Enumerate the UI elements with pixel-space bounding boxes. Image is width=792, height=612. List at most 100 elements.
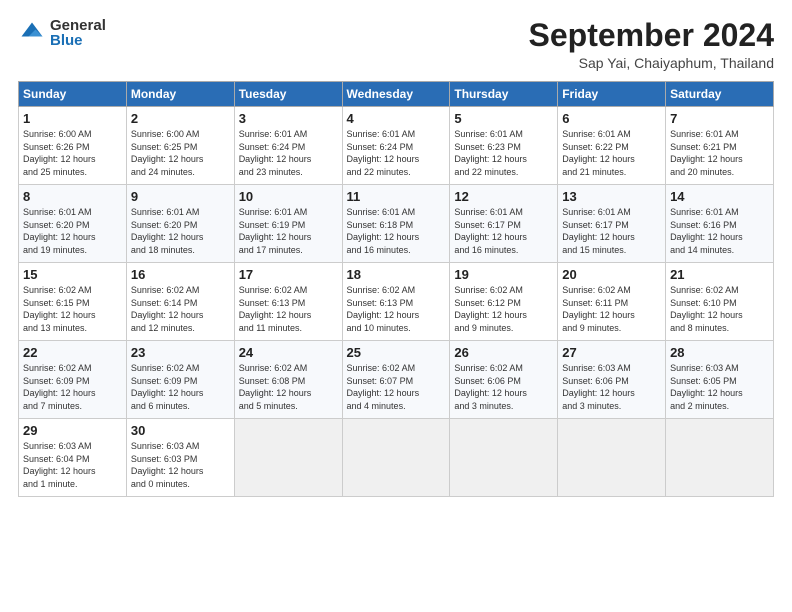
calendar-cell: 28Sunrise: 6:03 AMSunset: 6:05 PMDayligh… — [666, 341, 774, 419]
day-number: 22 — [23, 345, 122, 360]
day-number: 11 — [347, 189, 446, 204]
calendar-cell: 10 Sunrise: 6:01 AMSunset: 6:19 PMDayligh… — [234, 185, 342, 263]
cell-details: Sunrise: 6:02 AMSunset: 6:12 PMDaylight:… — [454, 284, 553, 334]
day-number: 13 — [562, 189, 661, 204]
cell-details: Sunrise: 6:01 AMSunset: 6:20 PMDaylight:… — [23, 206, 122, 256]
cell-details: Sunrise: 6:00 AMSunset: 6:26 PMDaylight:… — [23, 128, 122, 178]
calendar-cell — [234, 419, 342, 497]
cell-details: Sunrise: 6:02 AMSunset: 6:11 PMDaylight:… — [562, 284, 661, 334]
calendar-week-1: 1 Sunrise: 6:00 AMSunset: 6:26 PMDaylight… — [19, 107, 774, 185]
month-title: September 2024 — [529, 18, 774, 53]
cell-details: Sunrise: 6:01 AMSunset: 6:18 PMDaylight:… — [347, 206, 446, 256]
day-number: 8 — [23, 189, 122, 204]
day-number: 16 — [131, 267, 230, 282]
day-number: 18 — [347, 267, 446, 282]
col-header-monday: Monday — [126, 82, 234, 107]
calendar-cell: 3 Sunrise: 6:01 AMSunset: 6:24 PMDaylight… — [234, 107, 342, 185]
cell-details: Sunrise: 6:01 AMSunset: 6:21 PMDaylight:… — [670, 128, 769, 178]
col-header-tuesday: Tuesday — [234, 82, 342, 107]
day-number: 26 — [454, 345, 553, 360]
day-number: 12 — [454, 189, 553, 204]
calendar-header-row: SundayMondayTuesdayWednesdayThursdayFrid… — [19, 82, 774, 107]
day-number: 3 — [239, 111, 338, 126]
day-number: 1 — [23, 111, 122, 126]
day-number: 30 — [131, 423, 230, 438]
calendar-cell: 16 Sunrise: 6:02 AMSunset: 6:14 PMDayligh… — [126, 263, 234, 341]
day-number: 20 — [562, 267, 661, 282]
cell-details: Sunrise: 6:02 AMSunset: 6:15 PMDaylight:… — [23, 284, 122, 334]
logo-general: General — [50, 18, 106, 33]
calendar-cell: 11 Sunrise: 6:01 AMSunset: 6:18 PMDayligh… — [342, 185, 450, 263]
calendar-cell: 12 Sunrise: 6:01 AMSunset: 6:17 PMDayligh… — [450, 185, 558, 263]
subtitle: Sap Yai, Chaiyaphum, Thailand — [529, 55, 774, 71]
cell-details: Sunrise: 6:02 AMSunset: 6:07 PMDaylight:… — [347, 362, 446, 412]
calendar-cell: 27 Sunrise: 6:03 AMSunset: 6:06 PMDayligh… — [558, 341, 666, 419]
cell-details: Sunrise: 6:01 AMSunset: 6:17 PMDaylight:… — [562, 206, 661, 256]
calendar-cell: 15 Sunrise: 6:02 AMSunset: 6:15 PMDayligh… — [19, 263, 127, 341]
header: General Blue September 2024 Sap Yai, Cha… — [18, 18, 774, 71]
cell-details: Sunrise: 6:02 AMSunset: 6:13 PMDaylight:… — [239, 284, 338, 334]
calendar-cell — [342, 419, 450, 497]
day-number: 7 — [670, 111, 769, 126]
calendar-cell: 8 Sunrise: 6:01 AMSunset: 6:20 PMDaylight… — [19, 185, 127, 263]
calendar-cell: 4Sunrise: 6:01 AMSunset: 6:24 PMDaylight… — [342, 107, 450, 185]
day-number: 2 — [131, 111, 230, 126]
logo: General Blue — [18, 18, 106, 48]
day-number: 28 — [670, 345, 769, 360]
col-header-wednesday: Wednesday — [342, 82, 450, 107]
cell-details: Sunrise: 6:01 AMSunset: 6:19 PMDaylight:… — [239, 206, 338, 256]
day-number: 10 — [239, 189, 338, 204]
cell-details: Sunrise: 6:02 AMSunset: 6:10 PMDaylight:… — [670, 284, 769, 334]
cell-details: Sunrise: 6:01 AMSunset: 6:24 PMDaylight:… — [347, 128, 446, 178]
calendar-cell — [666, 419, 774, 497]
calendar-cell — [558, 419, 666, 497]
calendar-cell: 2 Sunrise: 6:00 AMSunset: 6:25 PMDaylight… — [126, 107, 234, 185]
calendar-cell: 23Sunrise: 6:02 AMSunset: 6:09 PMDayligh… — [126, 341, 234, 419]
page: General Blue September 2024 Sap Yai, Cha… — [0, 0, 792, 612]
calendar-table: SundayMondayTuesdayWednesdayThursdayFrid… — [18, 81, 774, 497]
cell-details: Sunrise: 6:01 AMSunset: 6:16 PMDaylight:… — [670, 206, 769, 256]
calendar-week-4: 22 Sunrise: 6:02 AMSunset: 6:09 PMDayligh… — [19, 341, 774, 419]
cell-details: Sunrise: 6:01 AMSunset: 6:22 PMDaylight:… — [562, 128, 661, 178]
calendar-cell: 14Sunrise: 6:01 AMSunset: 6:16 PMDayligh… — [666, 185, 774, 263]
cell-details: Sunrise: 6:03 AMSunset: 6:04 PMDaylight:… — [23, 440, 122, 490]
cell-details: Sunrise: 6:01 AMSunset: 6:17 PMDaylight:… — [454, 206, 553, 256]
calendar-cell: 21 Sunrise: 6:02 AMSunset: 6:10 PMDayligh… — [666, 263, 774, 341]
cell-details: Sunrise: 6:02 AMSunset: 6:14 PMDaylight:… — [131, 284, 230, 334]
calendar-cell: 25 Sunrise: 6:02 AMSunset: 6:07 PMDayligh… — [342, 341, 450, 419]
day-number: 5 — [454, 111, 553, 126]
calendar-cell: 1 Sunrise: 6:00 AMSunset: 6:26 PMDaylight… — [19, 107, 127, 185]
cell-details: Sunrise: 6:02 AMSunset: 6:08 PMDaylight:… — [239, 362, 338, 412]
calendar-cell: 20 Sunrise: 6:02 AMSunset: 6:11 PMDayligh… — [558, 263, 666, 341]
day-number: 29 — [23, 423, 122, 438]
col-header-saturday: Saturday — [666, 82, 774, 107]
cell-details: Sunrise: 6:01 AMSunset: 6:23 PMDaylight:… — [454, 128, 553, 178]
calendar-cell: 6Sunrise: 6:01 AMSunset: 6:22 PMDaylight… — [558, 107, 666, 185]
col-header-thursday: Thursday — [450, 82, 558, 107]
calendar-cell: 30 Sunrise: 6:03 AMSunset: 6:03 PMDayligh… — [126, 419, 234, 497]
calendar-cell: 13 Sunrise: 6:01 AMSunset: 6:17 PMDayligh… — [558, 185, 666, 263]
calendar-cell: 26Sunrise: 6:02 AMSunset: 6:06 PMDayligh… — [450, 341, 558, 419]
cell-details: Sunrise: 6:02 AMSunset: 6:13 PMDaylight:… — [347, 284, 446, 334]
day-number: 15 — [23, 267, 122, 282]
title-block: September 2024 Sap Yai, Chaiyaphum, Thai… — [529, 18, 774, 71]
day-number: 27 — [562, 345, 661, 360]
cell-details: Sunrise: 6:01 AMSunset: 6:24 PMDaylight:… — [239, 128, 338, 178]
calendar-cell — [450, 419, 558, 497]
cell-details: Sunrise: 6:02 AMSunset: 6:09 PMDaylight:… — [131, 362, 230, 412]
calendar-cell: 29 Sunrise: 6:03 AMSunset: 6:04 PMDayligh… — [19, 419, 127, 497]
cell-details: Sunrise: 6:03 AMSunset: 6:03 PMDaylight:… — [131, 440, 230, 490]
logo-icon — [18, 19, 46, 47]
cell-details: Sunrise: 6:00 AMSunset: 6:25 PMDaylight:… — [131, 128, 230, 178]
cell-details: Sunrise: 6:03 AMSunset: 6:06 PMDaylight:… — [562, 362, 661, 412]
day-number: 19 — [454, 267, 553, 282]
calendar-cell: 19 Sunrise: 6:02 AMSunset: 6:12 PMDayligh… — [450, 263, 558, 341]
day-number: 21 — [670, 267, 769, 282]
col-header-sunday: Sunday — [19, 82, 127, 107]
col-header-friday: Friday — [558, 82, 666, 107]
calendar-week-2: 8 Sunrise: 6:01 AMSunset: 6:20 PMDaylight… — [19, 185, 774, 263]
calendar-cell: 22Sunrise: 6:02 AMSunset: 6:09 PMDayligh… — [19, 341, 127, 419]
calendar-week-3: 15 Sunrise: 6:02 AMSunset: 6:15 PMDayligh… — [19, 263, 774, 341]
day-number: 25 — [347, 345, 446, 360]
day-number: 24 — [239, 345, 338, 360]
